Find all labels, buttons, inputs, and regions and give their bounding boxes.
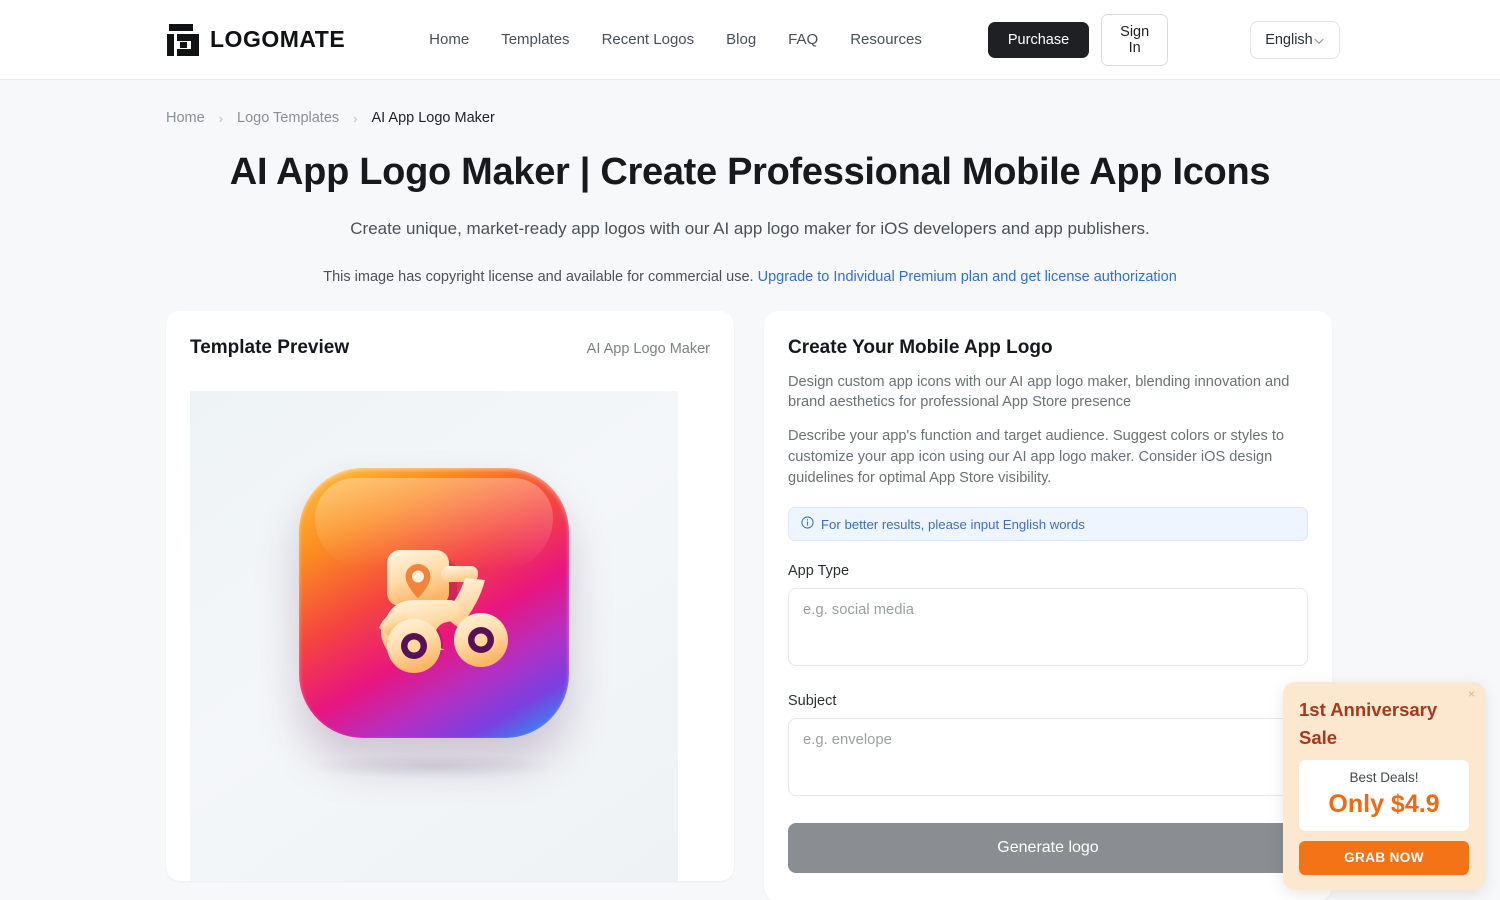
template-preview-card: Template Preview AI App Logo Maker xyxy=(166,310,734,881)
generator-description-2: Describe your app's function and target … xyxy=(788,428,1285,486)
nav-item-blog[interactable]: Blog xyxy=(726,31,756,48)
breadcrumb-separator-icon: › xyxy=(353,110,358,126)
brand-name: LOGOMATE xyxy=(210,26,346,52)
english-words-tip-label: For better results, please input English… xyxy=(821,516,1085,532)
subject-input[interactable] xyxy=(788,718,1308,797)
breadcrumb-separator-icon: › xyxy=(218,110,224,126)
delivery-scooter-app-icon xyxy=(299,467,569,738)
app-type-input[interactable] xyxy=(788,588,1308,667)
nav-item-templates[interactable]: Templates xyxy=(501,31,569,48)
content-panels: Template Preview AI App Logo Maker Creat… xyxy=(0,285,1500,900)
template-preview-header: Template Preview AI App Logo Maker xyxy=(190,337,710,359)
logomate-mark-icon xyxy=(166,23,200,57)
hero-section: AI App Logo Maker | Create Professional … xyxy=(0,126,1500,285)
grab-now-button[interactable]: GRAB NOW xyxy=(1299,840,1469,875)
promo-title: 1st Anniversary Sale xyxy=(1299,699,1438,748)
anniversary-sale-promo: × 1st Anniversary Sale Best Deals! Only … xyxy=(1283,682,1485,890)
app-type-label: App Type xyxy=(788,563,850,580)
purchase-button[interactable]: Purchase xyxy=(987,21,1090,58)
icon-drop-shadow xyxy=(309,752,559,779)
generator-title: Create Your Mobile App Logo xyxy=(788,336,1053,358)
sign-in-button[interactable]: Sign In xyxy=(1101,13,1169,66)
language-selector-value: English xyxy=(1265,31,1313,48)
template-preview-image[interactable] xyxy=(190,390,678,881)
license-notice-text: This image has copyright license and ava… xyxy=(323,268,754,285)
template-name-label: AI App Logo Maker xyxy=(586,340,710,357)
english-words-tip: For better results, please input English… xyxy=(788,507,1308,542)
breadcrumb-item-home[interactable]: Home xyxy=(166,110,205,126)
generator-description-1: Design custom app icons with our AI app … xyxy=(788,373,1290,411)
close-icon[interactable]: × xyxy=(1468,688,1475,700)
breadcrumb-item-logo-templates[interactable]: Logo Templates xyxy=(237,110,339,126)
nav-item-faq[interactable]: FAQ xyxy=(788,31,818,48)
page-title: AI App Logo Maker | Create Professional … xyxy=(229,151,1271,193)
chevron-down-icon xyxy=(1313,34,1325,46)
nav-item-home[interactable]: Home xyxy=(429,31,469,48)
breadcrumb: Home › Logo Templates › AI App Logo Make… xyxy=(0,80,1500,126)
upgrade-premium-link[interactable]: Upgrade to Individual Premium plan and g… xyxy=(758,269,1177,285)
nav-item-resources[interactable]: Resources xyxy=(850,31,922,48)
subject-label: Subject xyxy=(788,693,837,710)
header-actions: Purchase Sign In xyxy=(987,13,1169,66)
brand-logo[interactable]: LOGOMATE xyxy=(166,23,345,57)
logo-generator-card: Create Your Mobile App Logo Design custo… xyxy=(764,310,1332,900)
info-circle-icon xyxy=(801,516,814,532)
breadcrumb-item-current: AI App Logo Maker xyxy=(371,110,495,126)
template-preview-title: Template Preview xyxy=(190,336,350,358)
site-header: LOGOMATE Home Templates Recent Logos Blo… xyxy=(0,0,1500,80)
promo-price: Only $4.9 xyxy=(1328,789,1440,818)
nav-item-recent-logos[interactable]: Recent Logos xyxy=(602,31,695,48)
language-selector[interactable]: English xyxy=(1250,20,1340,59)
promo-offer-box: Best Deals! Only $4.9 xyxy=(1299,759,1469,831)
main-nav: Home Templates Recent Logos Blog FAQ Res… xyxy=(429,31,922,48)
page-subtitle: Create unique, market-ready app logos wi… xyxy=(350,218,1150,238)
promo-best-deals-label: Best Deals! xyxy=(1349,769,1419,785)
license-notice: This image has copyright license and ava… xyxy=(110,269,1390,285)
generate-logo-button[interactable]: Generate logo xyxy=(788,823,1308,874)
